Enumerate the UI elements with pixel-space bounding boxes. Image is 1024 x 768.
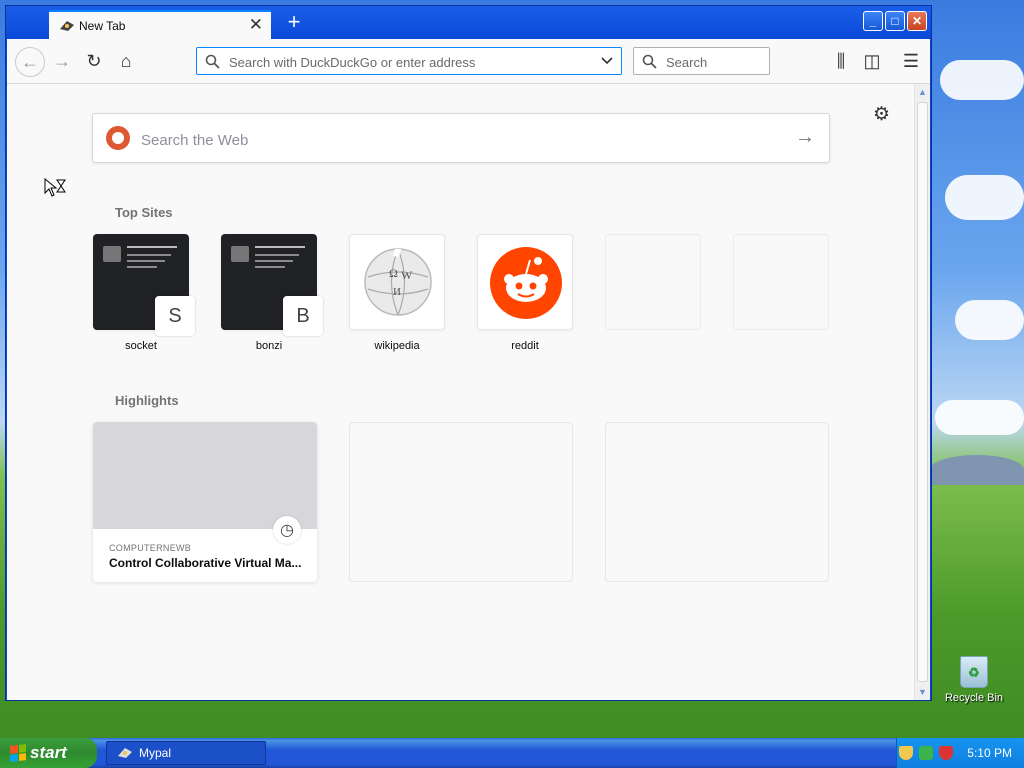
security-shield-icon[interactable] bbox=[899, 746, 914, 760]
highlight-placeholder bbox=[349, 422, 573, 582]
scroll-up-arrow-icon[interactable]: ▲ bbox=[915, 84, 930, 100]
clock-icon: ◷ bbox=[273, 516, 301, 544]
address-bar[interactable] bbox=[196, 47, 622, 75]
alert-shield-icon[interactable] bbox=[939, 746, 954, 760]
window-controls: _ □ ✕ bbox=[863, 11, 927, 31]
windows-flag-icon bbox=[10, 744, 26, 762]
back-button[interactable]: ← bbox=[15, 47, 45, 77]
recycle-bin-icon: ♻ bbox=[960, 656, 988, 688]
sidebar-icon[interactable]: ◫ bbox=[858, 47, 886, 75]
site-label: reddit bbox=[511, 340, 539, 352]
tab-strip: New Tab ✕ + _ □ ✕ bbox=[6, 6, 931, 40]
taskbar: start Mypal 5:10 PM bbox=[0, 738, 1024, 768]
new-tab-button[interactable]: + bbox=[280, 9, 308, 37]
computer-icon bbox=[231, 246, 249, 262]
mypal-icon bbox=[60, 21, 74, 31]
site-placeholder bbox=[605, 234, 701, 330]
site-thumbnail: Ω W И bbox=[349, 234, 445, 330]
site-label: socket bbox=[125, 340, 157, 352]
site-thumbnail: B bbox=[221, 234, 323, 336]
top-site-empty bbox=[605, 234, 701, 330]
url-input[interactable] bbox=[227, 51, 591, 73]
highlight-card[interactable]: ◷ COMPUTERNEWB Control Collaborative Vir… bbox=[93, 422, 317, 582]
site-thumbnail bbox=[477, 234, 573, 330]
site-label: wikipedia bbox=[374, 340, 420, 352]
home-button[interactable]: ⌂ bbox=[112, 47, 140, 75]
cloud bbox=[935, 400, 1024, 435]
menu-icon[interactable]: ☰ bbox=[897, 47, 925, 75]
maximize-button[interactable]: □ bbox=[885, 11, 905, 31]
taskbar-item-mypal[interactable]: Mypal bbox=[106, 741, 266, 765]
minimize-button[interactable]: _ bbox=[863, 11, 883, 31]
recycle-bin-label: Recycle Bin bbox=[944, 692, 1004, 704]
search-bar[interactable] bbox=[633, 47, 770, 75]
svg-text:Ω: Ω bbox=[389, 266, 398, 280]
web-search-input[interactable] bbox=[139, 128, 743, 152]
cloud bbox=[940, 60, 1024, 100]
gear-icon[interactable]: ⚙ bbox=[873, 103, 890, 126]
reload-button[interactable]: ↻ bbox=[80, 47, 108, 75]
scroll-thumb[interactable] bbox=[917, 102, 928, 682]
start-button[interactable]: start bbox=[0, 738, 97, 768]
scroll-down-arrow-icon[interactable]: ▼ bbox=[915, 684, 930, 700]
top-site-wikipedia[interactable]: Ω W И wikipedia bbox=[349, 234, 445, 352]
highlight-image bbox=[93, 422, 317, 529]
mypal-icon bbox=[118, 748, 132, 758]
distant-hill bbox=[930, 455, 1024, 485]
tab-title: New Tab bbox=[79, 19, 126, 33]
search-input[interactable] bbox=[664, 51, 768, 73]
tab-close-icon[interactable]: ✕ bbox=[249, 15, 263, 35]
site-placeholder bbox=[733, 234, 829, 330]
web-search-box[interactable]: → bbox=[92, 113, 830, 163]
top-site-empty bbox=[733, 234, 829, 330]
start-label: start bbox=[30, 743, 67, 762]
reddit-icon bbox=[490, 247, 562, 319]
site-label: bonzi bbox=[255, 340, 283, 352]
site-letter: B bbox=[283, 296, 323, 336]
forward-button[interactable]: → bbox=[48, 47, 76, 75]
busy-cursor-icon bbox=[44, 178, 66, 197]
svg-text:И: И bbox=[393, 286, 401, 298]
new-tab-page: → ⚙ Top Sites S socket B bbox=[7, 84, 914, 700]
recycle-bin[interactable]: ♻ Recycle Bin bbox=[942, 656, 1006, 704]
svg-text:W: W bbox=[401, 268, 413, 282]
library-icon[interactable]: ⫼ bbox=[827, 47, 855, 75]
taskbar-item-label: Mypal bbox=[139, 746, 172, 760]
site-letter: S bbox=[155, 296, 195, 336]
top-site-reddit[interactable]: reddit bbox=[477, 234, 573, 352]
chevron-down-icon[interactable] bbox=[601, 57, 613, 65]
duckduckgo-icon bbox=[106, 126, 130, 150]
cloud bbox=[955, 300, 1024, 340]
tab-new-tab[interactable]: New Tab ✕ bbox=[49, 10, 271, 40]
browser-window: New Tab ✕ + _ □ ✕ ← → ↻ ⌂ ⫼ ◫ ☰ → bbox=[5, 5, 932, 701]
computer-icon bbox=[103, 246, 121, 262]
navigation-toolbar: ← → ↻ ⌂ ⫼ ◫ ☰ bbox=[7, 39, 930, 84]
highlight-source: COMPUTERNEWB bbox=[109, 543, 192, 553]
top-sites-title: Top Sites bbox=[115, 205, 173, 220]
clock[interactable]: 5:10 PM bbox=[967, 746, 1012, 760]
highlights-title: Highlights bbox=[115, 393, 179, 408]
highlight-placeholder bbox=[605, 422, 829, 582]
top-site-socket[interactable]: S socket bbox=[93, 234, 195, 352]
search-icon bbox=[642, 54, 657, 69]
arrow-right-icon[interactable]: → bbox=[795, 126, 815, 149]
cloud bbox=[945, 175, 1024, 220]
wikipedia-globe-icon: Ω W И bbox=[364, 248, 432, 316]
highlight-title: Control Collaborative Virtual Ma... bbox=[109, 556, 302, 570]
system-tray: 5:10 PM bbox=[896, 738, 1024, 768]
search-icon bbox=[205, 54, 220, 69]
site-thumbnail: S bbox=[93, 234, 195, 336]
close-window-button[interactable]: ✕ bbox=[907, 11, 927, 31]
top-site-bonzi[interactable]: B bonzi bbox=[221, 234, 323, 352]
network-icon[interactable] bbox=[919, 746, 934, 760]
vertical-scrollbar[interactable]: ▲ ▼ bbox=[914, 84, 930, 700]
